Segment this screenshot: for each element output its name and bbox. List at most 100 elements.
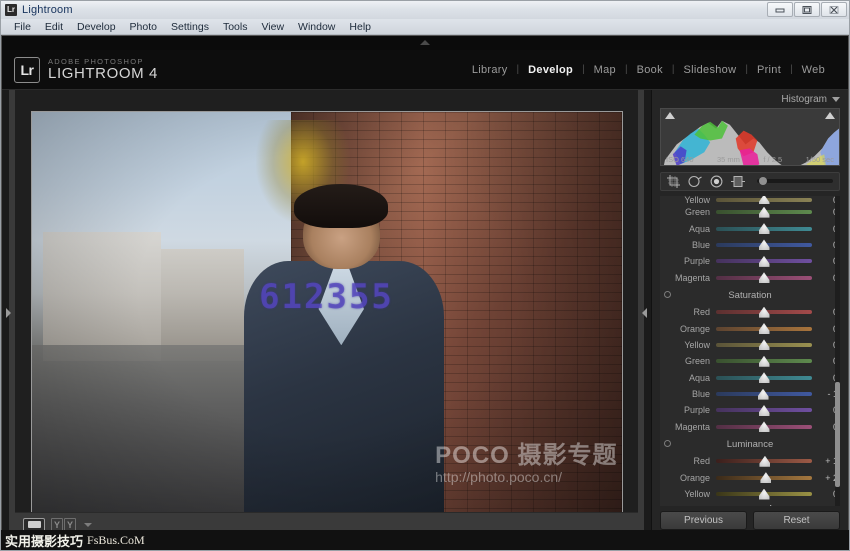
tool-size-slider[interactable] — [757, 179, 833, 183]
slider-knob[interactable] — [759, 239, 770, 250]
slider-knob[interactable] — [759, 421, 770, 432]
module-map[interactable]: Map — [585, 64, 625, 76]
slider-row[interactable]: Red+ 1 — [660, 453, 840, 469]
slider-track[interactable] — [716, 459, 812, 463]
slider-knob[interactable] — [759, 356, 770, 367]
menu-develop[interactable]: Develop — [70, 19, 123, 35]
slider-row[interactable]: Magenta0 — [660, 419, 840, 435]
slider-track[interactable] — [716, 492, 812, 496]
slider-track[interactable] — [716, 259, 812, 263]
slider-knob[interactable] — [760, 472, 771, 483]
slider-row[interactable]: Aqua0 — [660, 220, 840, 236]
slider-row[interactable]: Orange0 — [660, 320, 840, 336]
menu-tools[interactable]: Tools — [216, 19, 255, 35]
slider-knob[interactable] — [759, 272, 770, 283]
module-book[interactable]: Book — [628, 64, 672, 76]
slider-row[interactable]: Yellow0 — [660, 337, 840, 353]
slider-row[interactable]: Blue- 1 — [660, 386, 840, 402]
slider-track[interactable] — [716, 376, 812, 380]
menu-photo[interactable]: Photo — [123, 19, 164, 35]
slider-row[interactable]: Magenta0 — [660, 270, 840, 286]
tool-size-slider-knob[interactable] — [759, 177, 767, 185]
reset-button[interactable]: Reset — [753, 511, 840, 530]
slider-track[interactable] — [716, 243, 812, 247]
slider-row[interactable]: Red0 — [660, 304, 840, 320]
slider-knob[interactable] — [759, 307, 770, 318]
slider-knob[interactable] — [759, 372, 770, 383]
slider-knob[interactable] — [758, 389, 769, 400]
slider-knob[interactable] — [759, 456, 770, 467]
chevron-down-icon[interactable] — [84, 523, 92, 527]
menu-settings[interactable]: Settings — [164, 19, 216, 35]
histogram-header[interactable]: Histogram — [652, 90, 848, 108]
menu-window[interactable]: Window — [291, 19, 342, 35]
slider-label: Purple — [660, 256, 716, 266]
slider-knob[interactable] — [759, 489, 770, 500]
slider-knob[interactable] — [759, 196, 770, 204]
menu-edit[interactable]: Edit — [38, 19, 70, 35]
spot-removal-icon[interactable] — [688, 175, 702, 188]
slider-row[interactable]: Green+ 13 — [660, 502, 840, 506]
slider-row[interactable]: Green0 — [660, 353, 840, 369]
slider-track[interactable] — [716, 276, 812, 280]
close-button[interactable] — [821, 2, 847, 17]
maximize-button[interactable] — [794, 2, 820, 17]
module-print[interactable]: Print — [748, 64, 790, 76]
photo-stage: 612355 POCO 摄影专题 http://photo.poco.cn/ Y… — [15, 90, 638, 536]
previous-button[interactable]: Previous — [660, 511, 747, 530]
panel-scrollbar[interactable] — [835, 196, 840, 506]
crop-icon[interactable] — [667, 175, 680, 188]
red-eye-icon[interactable] — [710, 175, 723, 188]
slider-row[interactable]: Green0 — [660, 204, 840, 220]
slider-track[interactable] — [716, 227, 812, 231]
highlight-clipping-indicator[interactable] — [825, 112, 835, 119]
lightroom-icon: Lr — [5, 4, 17, 16]
slider-knob[interactable] — [759, 405, 770, 416]
slider-track[interactable] — [716, 198, 812, 202]
graduated-filter-icon[interactable] — [731, 175, 745, 188]
slider-track[interactable] — [716, 476, 812, 480]
slider-row[interactable]: Aqua0 — [660, 370, 840, 386]
slider-knob[interactable] — [759, 339, 770, 350]
menu-help[interactable]: Help — [342, 19, 378, 35]
slider-knob[interactable] — [759, 256, 770, 267]
slider-track[interactable] — [716, 343, 812, 347]
left-panel-toggle[interactable] — [2, 90, 15, 536]
module-library[interactable]: Library — [463, 64, 517, 76]
shadow-clipping-indicator[interactable] — [665, 112, 675, 119]
histogram-graph[interactable]: ISO 640 35 mm f / 2.5 1/50 sec — [660, 108, 840, 166]
slider-knob[interactable] — [759, 207, 770, 218]
slider-track[interactable] — [716, 327, 812, 331]
module-web[interactable]: Web — [793, 64, 834, 76]
slider-label: Yellow — [660, 196, 716, 204]
slider-row[interactable]: Orange+ 2 — [660, 469, 840, 485]
slider-track[interactable] — [716, 310, 812, 314]
chevron-down-icon[interactable] — [832, 97, 840, 102]
right-panel-toggle[interactable] — [638, 90, 651, 536]
brand-block: Lr ADOBE PHOTOSHOP LIGHTROOM 4 — [14, 57, 158, 83]
slider-knob[interactable] — [759, 223, 770, 234]
target-adjust-icon[interactable] — [664, 291, 671, 298]
slider-row[interactable]: Purple0 — [660, 402, 840, 418]
minimize-button[interactable] — [767, 2, 793, 17]
slider-row[interactable]: Yellow0 — [660, 196, 840, 204]
slider-label: Yellow — [660, 489, 716, 499]
slider-track[interactable] — [716, 210, 812, 214]
slider-track[interactable] — [716, 425, 812, 429]
slider-row[interactable]: Yellow0 — [660, 486, 840, 502]
photo-preview[interactable]: 612355 POCO 摄影专题 http://photo.poco.cn/ — [31, 111, 623, 516]
slider-track[interactable] — [716, 408, 812, 412]
slider-track[interactable] — [716, 359, 812, 363]
slider-knob[interactable] — [759, 323, 770, 334]
module-develop[interactable]: Develop — [519, 64, 582, 76]
panel-scrollbar-thumb[interactable] — [835, 382, 840, 487]
menu-view[interactable]: View — [254, 19, 291, 35]
top-panel-collapse-strip[interactable] — [2, 36, 848, 50]
slider-row[interactable]: Purple0 — [660, 253, 840, 269]
slider-row[interactable]: Blue0 — [660, 237, 840, 253]
slider-track[interactable] — [716, 392, 812, 396]
menu-file[interactable]: File — [7, 19, 38, 35]
slider-knob[interactable] — [765, 505, 776, 506]
module-slideshow[interactable]: Slideshow — [674, 64, 745, 76]
target-adjust-icon[interactable] — [664, 440, 671, 447]
